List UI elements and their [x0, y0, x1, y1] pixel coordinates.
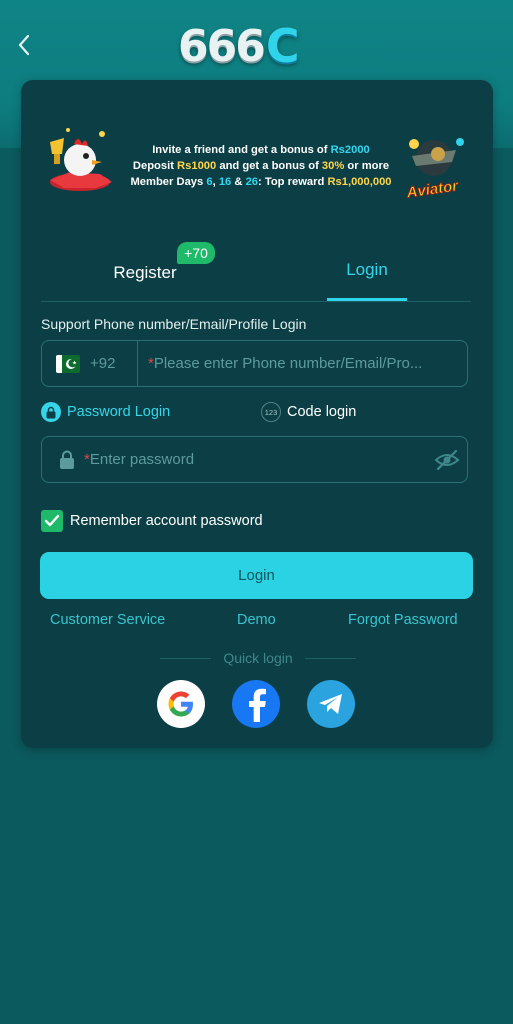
header: 666 C [0, 0, 513, 90]
remember-label: Remember account password [70, 513, 263, 529]
tab-login[interactable]: Login [327, 240, 407, 301]
chicken-mascot-icon [50, 128, 112, 191]
toggle-password-visibility[interactable] [427, 437, 467, 482]
promo-banner[interactable]: Invite a friend and get a bonus of Rs200… [22, 112, 492, 207]
account-input[interactable]: *Please enter Phone number/Email/Pro... [148, 355, 467, 372]
demo-link[interactable]: Demo [237, 612, 276, 628]
remember-checkbox[interactable] [41, 510, 63, 532]
chevron-left-icon [18, 34, 30, 56]
password-input[interactable]: *Enter password [84, 451, 427, 468]
auth-tabs: Register +70 Login [41, 240, 471, 302]
facebook-icon [249, 688, 266, 722]
login-method-switch: Password Login 123 Code login [41, 400, 468, 424]
country-code-selector[interactable]: +92 [42, 341, 138, 386]
account-field-label: Support Phone number/Email/Profile Login [41, 316, 307, 332]
footer-links: Customer Service Demo Forgot Password [41, 612, 471, 632]
code-login-option[interactable]: 123 Code login [261, 400, 356, 424]
social-login-buttons [157, 680, 357, 728]
lock-icon [41, 402, 61, 422]
lock-icon [60, 450, 74, 469]
login-button[interactable]: Login [40, 552, 473, 599]
account-placeholder: Please enter Phone number/Email/Pro... [153, 355, 423, 372]
facebook-login-button[interactable] [232, 680, 280, 728]
code-login-label: Code login [287, 404, 357, 420]
forgot-password-link[interactable]: Forgot Password [348, 612, 458, 628]
telegram-icon [319, 694, 342, 714]
promo-text: Invite a friend and get a bonus of Rs200… [116, 142, 406, 190]
country-code: +92 [90, 355, 116, 372]
quick-login-divider: Quick login [160, 648, 356, 668]
promo-line-member-days: Member Days 6, 16 & 26: Top reward Rs1,0… [130, 176, 392, 188]
logo-letter: C [265, 19, 300, 73]
eye-off-icon [434, 449, 460, 470]
brand-logo: 666 C [178, 19, 300, 73]
quick-login-label: Quick login [223, 650, 293, 666]
logo-digits: 666 [178, 20, 266, 72]
remember-password[interactable]: Remember account password [41, 510, 263, 532]
pakistan-flag-icon [56, 354, 80, 373]
password-input-field[interactable]: *Enter password [41, 436, 468, 483]
checkmark-icon [44, 514, 60, 527]
google-icon [168, 691, 193, 717]
promo-line-deposit: Deposit Rs1000 and get a bonus of 30% or… [132, 160, 390, 172]
aviator-label: Aviator [405, 177, 461, 201]
aviator-game-icon: Aviator [404, 138, 464, 202]
password-placeholder: Enter password [89, 451, 195, 468]
code-123-icon: 123 [261, 402, 281, 422]
account-input-field[interactable]: +92 *Please enter Phone number/Email/Pro… [41, 340, 468, 387]
back-button[interactable] [10, 30, 38, 60]
password-login-label: Password Login [67, 404, 171, 420]
promo-line-invite: Invite a friend and get a bonus of Rs200… [152, 144, 370, 156]
customer-service-link[interactable]: Customer Service [50, 612, 165, 628]
tab-register-label: Register [113, 263, 177, 282]
google-login-button[interactable] [157, 680, 205, 728]
tab-login-label: Login [346, 260, 388, 279]
tab-register[interactable]: Register +70 [85, 240, 215, 301]
telegram-login-button[interactable] [307, 680, 355, 728]
register-bonus-badge: +70 [177, 242, 215, 264]
password-login-option[interactable]: Password Login [41, 400, 170, 424]
